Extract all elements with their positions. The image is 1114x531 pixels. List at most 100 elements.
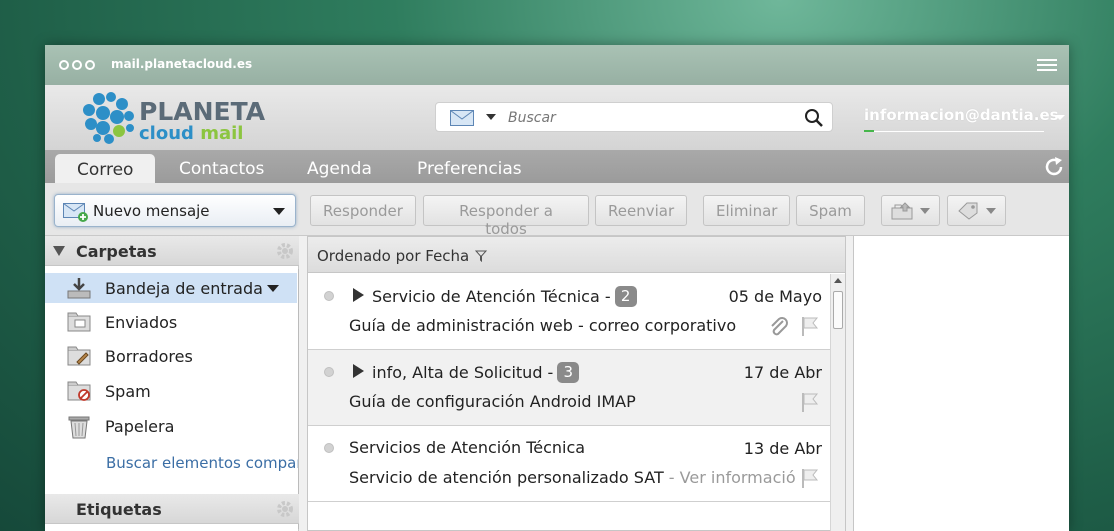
message-date: 13 de Abr <box>743 439 822 458</box>
move-folder-icon <box>891 202 913 220</box>
tag-icon <box>958 202 978 220</box>
mail-scope-icon[interactable] <box>450 110 474 126</box>
app-header: PLANETA cloud mail informacion@dantia.es <box>45 85 1069 150</box>
logo-mail-text: mail <box>200 123 244 144</box>
address-url[interactable]: mail.planetacloud.es <box>111 57 252 71</box>
new-message-dropdown-icon[interactable] <box>273 208 285 215</box>
message-row[interactable]: Servicios de Atención Técnica 13 de Abr … <box>308 426 830 502</box>
search-input[interactable] <box>508 108 798 128</box>
folders-sidebar: Carpetas Bandeja de entrada Enviados Bor… <box>45 236 299 531</box>
reply-all-button[interactable]: Responder a todos <box>423 195 589 238</box>
unread-dot-icon[interactable] <box>324 291 334 301</box>
reading-pane <box>853 236 1069 531</box>
sidebar-item-drafts[interactable]: Borradores <box>45 341 297 371</box>
folders-header-label: Carpetas <box>76 242 157 261</box>
account-dropdown-icon[interactable] <box>1055 115 1065 120</box>
flag-icon[interactable] <box>800 315 820 337</box>
search-box <box>435 102 833 132</box>
message-date: 17 de Abr <box>743 363 822 382</box>
tab-agenda[interactable]: Agenda <box>307 159 372 179</box>
thread-count-badge: 2 <box>614 286 637 307</box>
expand-thread-icon[interactable] <box>353 288 364 302</box>
account-underline <box>864 130 1044 132</box>
sort-label: Ordenado por Fecha <box>317 247 470 265</box>
refresh-icon[interactable] <box>1043 156 1065 178</box>
tags-header[interactable]: Etiquetas <box>45 494 299 524</box>
gear-icon[interactable] <box>275 241 295 261</box>
tag-button[interactable] <box>947 195 1006 226</box>
spam-button[interactable]: Spam <box>796 195 865 226</box>
expand-thread-icon[interactable] <box>353 364 364 378</box>
message-row[interactable]: info, Alta de Solicitud -3 17 de Abr Guí… <box>308 350 830 426</box>
reply-button[interactable]: Responder <box>310 195 416 226</box>
message-preview: Guía de configuración Android IMAP <box>349 392 789 411</box>
search-scope-dropdown-icon[interactable] <box>486 114 496 120</box>
logo-subtext: cloud mail <box>139 123 243 144</box>
tab-preferencias[interactable]: Preferencias <box>417 159 522 179</box>
sidebar-item-label: Bandeja de entrada <box>105 279 263 298</box>
attachment-icon <box>771 317 788 336</box>
message-row[interactable]: Servicio de Atención Técnica -2 05 de Ma… <box>308 274 830 350</box>
delete-button[interactable]: Eliminar <box>703 195 790 226</box>
scroll-thumb[interactable] <box>833 291 843 329</box>
unread-dot-icon[interactable] <box>324 443 334 453</box>
menu-icon[interactable] <box>1037 59 1057 74</box>
spam-folder-icon <box>67 381 91 401</box>
sidebar-item-label: Spam <box>105 382 151 401</box>
sort-header[interactable]: Ordenado por Fecha <box>308 237 845 273</box>
gear-icon[interactable] <box>275 499 295 519</box>
thread-count-badge: 3 <box>557 362 580 383</box>
mail-window: mail.planetacloud.es PLANETA cloud mail … <box>45 45 1069 531</box>
subject-text: Servicio de Atención Técnica - <box>372 287 611 306</box>
tags-header-label: Etiquetas <box>76 500 162 519</box>
trash-icon <box>68 416 90 439</box>
planet-dots-icon <box>83 92 134 144</box>
preview-text: Servicio de atención personalizado SAT <box>349 468 664 487</box>
sidebar-item-inbox[interactable]: Bandeja de entrada <box>45 273 297 303</box>
new-message-button[interactable]: Nuevo mensaje <box>54 194 296 227</box>
new-message-label: Nuevo mensaje <box>93 202 210 220</box>
message-date: 05 de Mayo <box>728 287 822 306</box>
window-dot-icon[interactable] <box>59 60 69 70</box>
sidebar-scrollbar[interactable] <box>298 269 299 529</box>
scroll-up-icon[interactable] <box>834 278 842 283</box>
sidebar-item-sent[interactable]: Enviados <box>45 307 297 337</box>
main-tabs: Correo Contactos Agenda Preferencias <box>45 150 1069 184</box>
message-subject: Servicio de Atención Técnica -2 <box>372 286 637 307</box>
move-dropdown-icon <box>920 208 930 214</box>
preview-text: Guía de administración web - correo corp… <box>349 316 737 335</box>
sidebar-item-trash[interactable]: Papelera <box>45 411 297 441</box>
action-toolbar: Nuevo mensaje Responder Responder a todo… <box>45 183 1069 238</box>
preview-text: Guía de configuración Android IMAP <box>349 392 636 411</box>
window-controls[interactable] <box>59 60 95 70</box>
folders-header[interactable]: Carpetas <box>45 236 299 266</box>
inbox-download-icon <box>67 278 91 299</box>
drafts-folder-icon <box>67 346 91 366</box>
move-to-folder-button[interactable] <box>881 195 940 226</box>
forward-button[interactable]: Reenviar <box>595 195 687 226</box>
inbox-dropdown-icon[interactable] <box>267 285 279 292</box>
logo-cloud-text: cloud <box>139 123 194 144</box>
flag-icon[interactable] <box>800 467 820 489</box>
tag-dropdown-icon <box>986 208 996 214</box>
message-preview: Servicio de atención personalizado SAT -… <box>349 468 795 487</box>
logo-text: PLANETA <box>139 97 266 126</box>
search-icon[interactable] <box>804 108 824 128</box>
message-subject: Servicios de Atención Técnica <box>349 438 585 457</box>
sent-folder-icon <box>67 312 91 332</box>
message-list: Ordenado por Fecha Servicio de Atención … <box>307 236 846 531</box>
window-dot-icon[interactable] <box>85 60 95 70</box>
message-list-scrollbar[interactable] <box>830 274 845 531</box>
sort-filter-icon[interactable] <box>475 250 487 262</box>
tab-correo[interactable]: Correo <box>55 154 156 184</box>
account-email[interactable]: informacion@dantia.es <box>864 106 1059 124</box>
collapse-triangle-icon[interactable] <box>53 246 65 256</box>
planeta-cloud-mail-logo[interactable]: PLANETA cloud mail <box>81 91 265 145</box>
tab-contactos[interactable]: Contactos <box>179 159 264 179</box>
search-shared-link[interactable]: Buscar elementos compartidos <box>106 454 298 472</box>
sidebar-item-spam[interactable]: Spam <box>45 376 297 406</box>
window-dot-icon[interactable] <box>72 60 82 70</box>
subject-text: info, Alta de Solicitud - <box>372 363 554 382</box>
unread-dot-icon[interactable] <box>324 367 334 377</box>
flag-icon[interactable] <box>800 391 820 413</box>
